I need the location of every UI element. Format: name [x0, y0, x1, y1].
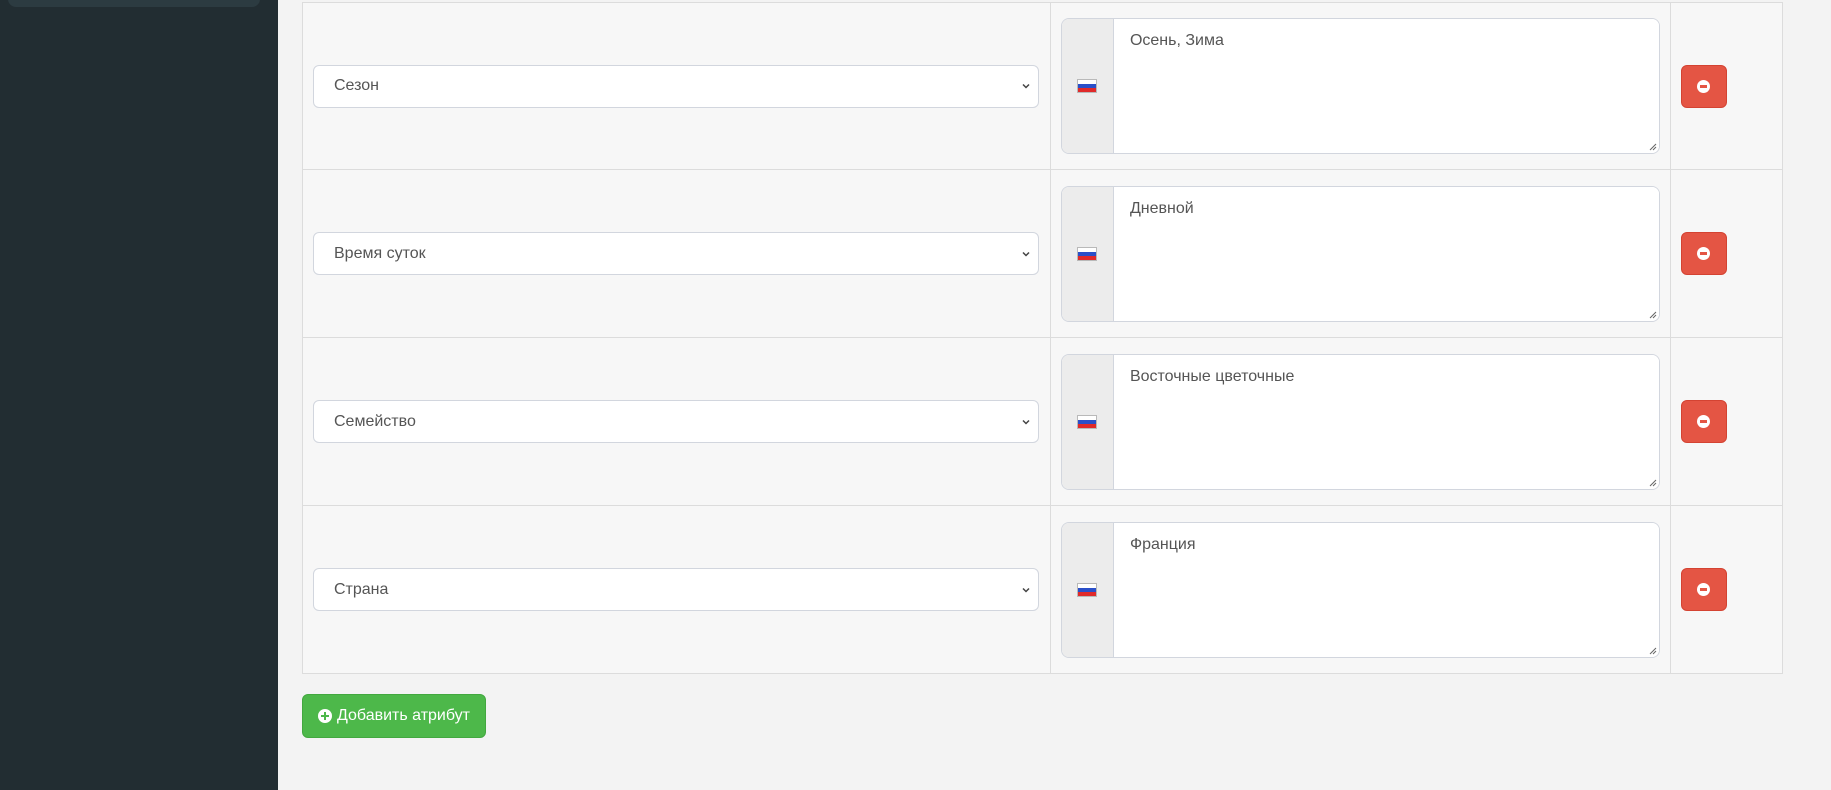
value-input-group: Дневной	[1060, 185, 1660, 322]
language-addon	[1061, 19, 1114, 153]
remove-attribute-button[interactable]	[1680, 568, 1727, 611]
table-row: Время суток Дневной	[302, 169, 1784, 338]
add-attribute-button[interactable]: Добавить атрибут	[302, 694, 487, 738]
remove-attribute-button[interactable]	[1680, 400, 1727, 443]
value-input-group: Осень, Зима	[1060, 18, 1660, 154]
table-row: Страна Франция	[302, 505, 1784, 674]
table-row: Семейство Восточные цветочные	[302, 337, 1784, 506]
attribute-select-value: Страна	[334, 580, 389, 598]
attribute-value-text: Восточные цветочные	[1129, 367, 1295, 385]
attribute-select[interactable]: Страна	[313, 568, 1039, 611]
language-addon	[1061, 186, 1114, 321]
table-row: Сезон Осень, Зима	[302, 2, 1784, 170]
add-attribute-label: Добавить атрибут	[337, 707, 471, 724]
attribute-value-text: Дневной	[1129, 199, 1194, 217]
resize-handle-icon[interactable]	[1648, 310, 1657, 319]
attributes-table: Сезон Осень, Зима Время суток Дневной Се…	[302, 2, 1784, 674]
attribute-value-text: Франция	[1129, 535, 1196, 553]
ru-flag-icon	[1077, 79, 1098, 93]
value-input-group: Восточные цветочные	[1060, 353, 1660, 490]
remove-attribute-button[interactable]	[1680, 64, 1727, 108]
chevron-down-icon	[1022, 587, 1030, 593]
language-addon	[1061, 522, 1114, 657]
chevron-down-icon	[1022, 251, 1030, 257]
remove-attribute-button[interactable]	[1680, 232, 1727, 275]
ru-flag-icon	[1077, 246, 1098, 261]
attribute-select[interactable]: Сезон	[313, 64, 1039, 108]
attribute-value-textarea[interactable]: Осень, Зима	[1113, 19, 1659, 153]
value-input-group: Франция	[1060, 521, 1660, 658]
main-content: Сезон Осень, Зима Время суток Дневной Се…	[278, 0, 1831, 790]
chevron-down-icon	[1022, 83, 1030, 89]
minus-circle-icon	[1697, 415, 1711, 428]
attribute-select-value: Время суток	[334, 244, 426, 262]
attribute-value-textarea[interactable]: Франция	[1113, 522, 1659, 657]
plus-circle-icon	[318, 709, 332, 723]
ru-flag-icon	[1077, 414, 1098, 429]
ru-flag-icon	[1077, 582, 1098, 597]
attribute-value-text: Осень, Зима	[1129, 32, 1224, 49]
attribute-select-value: Семейство	[334, 412, 416, 430]
attribute-select-value: Сезон	[334, 77, 379, 94]
sidebar	[0, 0, 278, 790]
attribute-value-textarea[interactable]: Дневной	[1113, 186, 1659, 321]
language-addon	[1061, 354, 1114, 489]
minus-circle-icon	[1697, 79, 1711, 93]
resize-handle-icon[interactable]	[1648, 478, 1657, 487]
attribute-value-textarea[interactable]: Восточные цветочные	[1113, 354, 1659, 489]
resize-handle-icon[interactable]	[1648, 142, 1657, 151]
attribute-select[interactable]: Семейство	[313, 400, 1039, 443]
minus-circle-icon	[1697, 247, 1711, 260]
attribute-select[interactable]: Время суток	[313, 232, 1039, 275]
chevron-down-icon	[1022, 419, 1030, 425]
resize-handle-icon[interactable]	[1648, 646, 1657, 655]
sidebar-menu-item[interactable]	[8, 0, 260, 7]
minus-circle-icon	[1697, 583, 1711, 596]
